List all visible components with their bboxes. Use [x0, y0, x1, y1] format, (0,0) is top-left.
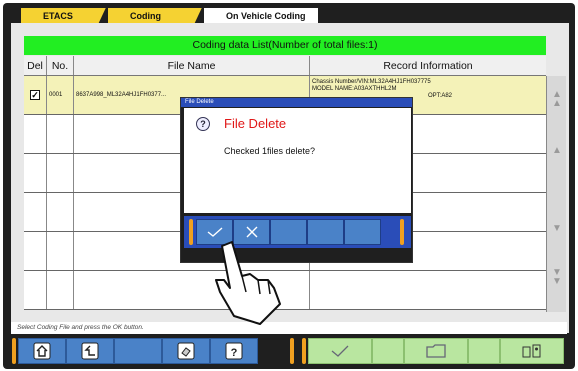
tab-etacs[interactable]: ETACS [21, 8, 116, 24]
dialog-heading: File Delete [224, 116, 287, 131]
column-header-no: No. [47, 56, 74, 75]
record-vin: Chassis Number/VIN:ML32A4HJ1FH037775 [312, 79, 431, 85]
back-button[interactable] [66, 338, 114, 364]
scroll-down-icon[interactable]: ▼ [549, 224, 565, 254]
svg-text:?: ? [231, 347, 238, 359]
empty-green-slot [468, 338, 500, 364]
tab-coding[interactable]: Coding [108, 8, 212, 24]
question-icon: ? [196, 117, 210, 131]
storage-icon [522, 344, 541, 358]
empty-green-slot [372, 338, 404, 364]
empty-toolbar-slot [114, 338, 162, 364]
column-header-record-info: Record Information [383, 60, 473, 72]
toolbar-separator [290, 338, 294, 364]
scroll-column: ▲ ▲ ▲ ▼ ▼ ▼ [546, 76, 566, 312]
table-row[interactable] [24, 271, 546, 310]
dialog-title-bar: File Delete [181, 98, 412, 107]
dialog-separator [189, 219, 193, 245]
toolbar-separator [302, 338, 306, 364]
dialog-message: Checked 1files delete? [224, 146, 316, 156]
scroll-top-icon[interactable]: ▲ ▲ [549, 90, 565, 120]
tab-etacs-label: ETACS [43, 11, 73, 21]
home-button[interactable] [18, 338, 66, 364]
help-button[interactable]: ? [210, 338, 258, 364]
dialog-empty-slot [307, 219, 344, 245]
dialog-empty-slot [344, 219, 381, 245]
delete-checkbox[interactable]: ✓ [30, 90, 40, 100]
tab-on-vehicle-coding[interactable]: On Vehicle Coding [204, 8, 318, 24]
folder-icon [426, 344, 446, 358]
row-no-cell: 0001 [47, 76, 74, 114]
dialog-separator [400, 219, 404, 245]
status-message: Select Coding File and press the OK butt… [11, 322, 567, 334]
ok-check-icon [331, 345, 349, 357]
home-icon [33, 342, 51, 360]
cancel-icon [246, 226, 257, 238]
storage-button[interactable] [500, 338, 564, 364]
file-delete-dialog: File Delete ? File Delete Checked 1files… [180, 97, 413, 263]
pointer-hand-icon [215, 241, 281, 325]
tab-coding-label: Coding [130, 11, 161, 21]
scroll-bottom-icon[interactable]: ▼ ▼ [549, 268, 565, 298]
folder-button[interactable] [404, 338, 468, 364]
row-del-cell: ✓ [24, 76, 47, 114]
print-icon [177, 342, 195, 360]
row-file-name: 8637A998_ML32A4HJ1FH0377... [76, 92, 167, 98]
table-title: Coding data List(Number of total files:1… [24, 36, 546, 55]
column-header-file-name: File Name [74, 56, 310, 75]
toolbar-separator [12, 338, 16, 364]
tab-strip: ETACS Coding On Vehicle Coding [21, 8, 318, 24]
scroll-up-icon[interactable]: ▲ [549, 146, 565, 176]
record-model: MODEL NAME:A03AXTHHL2M [312, 86, 397, 92]
check-icon [207, 227, 222, 237]
back-icon [81, 342, 99, 360]
help-icon: ? [225, 342, 243, 360]
bottom-toolbar: ? [8, 336, 568, 366]
tab-on-vehicle-coding-label: On Vehicle Coding [226, 11, 306, 21]
table-header: Del No. File Name Record Information [24, 56, 546, 76]
print-button[interactable] [162, 338, 210, 364]
dialog-body: ? File Delete Checked 1files delete? [184, 108, 411, 213]
column-header-del: Del [24, 56, 47, 75]
ok-button[interactable] [308, 338, 372, 364]
row-number: 0001 [49, 92, 63, 98]
